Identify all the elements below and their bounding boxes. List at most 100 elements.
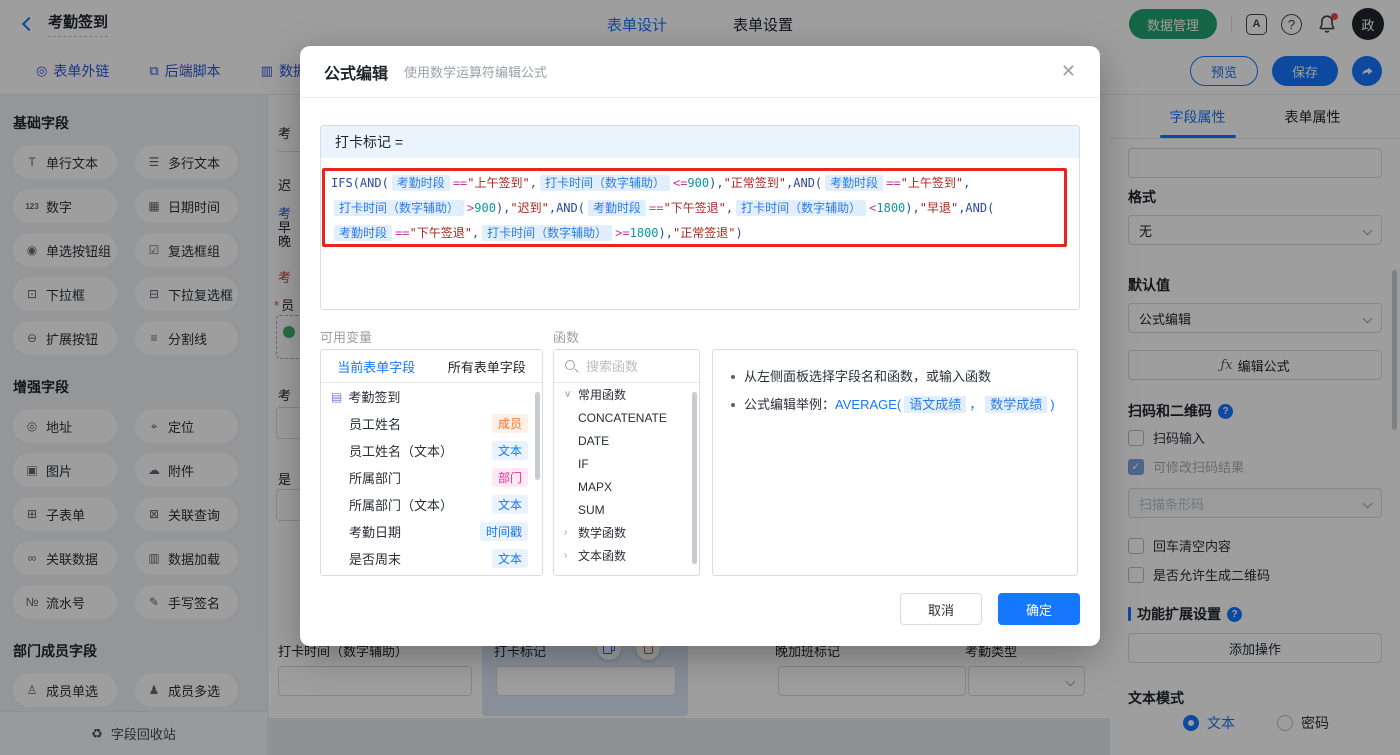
scrollbar[interactable] bbox=[692, 392, 697, 564]
formula-token: ), bbox=[658, 226, 673, 240]
field-chip: 考勤时段 bbox=[391, 175, 450, 191]
formula-token: == bbox=[395, 226, 410, 240]
document-icon: ▤ bbox=[331, 389, 343, 404]
variable-name: 员工姓名 bbox=[349, 417, 402, 432]
confirm-button[interactable]: 确定 bbox=[998, 593, 1080, 625]
variable-type-badge: 成员 bbox=[491, 414, 528, 433]
search-icon bbox=[564, 359, 578, 373]
function-group-文本函数[interactable]: › 文本函数 bbox=[554, 544, 699, 567]
variable-type-badge: 文本 bbox=[491, 495, 528, 514]
formula-token: ), bbox=[905, 201, 920, 215]
variables-panel: 当前表单字段 所有表单字段 ▤ 考勤签到 员工姓名 成员 员工姓名（文本） 文本 所属部门 部门… bbox=[320, 349, 543, 576]
app-root: 考勤签到 表单设计 表单设置 数据管理 A ? 政 ◎表单外链⧉后端脚本▥数据权… bbox=[0, 0, 1400, 755]
variables-tab-current[interactable]: 当前表单字段 bbox=[321, 350, 432, 382]
variable-type-badge: 文本 bbox=[491, 441, 528, 460]
formula-token: == bbox=[886, 176, 901, 190]
formula-token: , bbox=[963, 176, 971, 190]
modal-title: 公式编辑 bbox=[324, 65, 389, 83]
formula-token: == bbox=[452, 176, 468, 190]
formula-editor-modal: 公式编辑 使用数学运算符编辑公式 ✕ 打卡标记 = IFS(AND(考勤时段 ==… bbox=[300, 46, 1100, 646]
formula-token: 900 bbox=[474, 201, 496, 215]
variable-row[interactable]: 是否周末 文本 bbox=[321, 545, 542, 572]
variable-row[interactable]: 所属部门（文本） 文本 bbox=[321, 491, 542, 518]
formula-token: "正常签到" bbox=[723, 176, 787, 190]
variable-type-badge: 文本 bbox=[491, 549, 528, 568]
functions-panel: ∨ 常用函数 CONCATENATEDATEIFMAPXSUM › 数学函数 › 文本函数 bbox=[553, 349, 700, 576]
function-item-CONCATENATE[interactable]: CONCATENATE bbox=[554, 406, 699, 429]
function-search bbox=[554, 350, 699, 383]
formula-input-area[interactable]: IFS(AND(考勤时段 =="上午签到", 打卡时间（数字辅助） <=900),"正… bbox=[321, 158, 1079, 259]
variable-row[interactable]: 考勤日期 时间戳 bbox=[321, 518, 542, 545]
scrollbar[interactable] bbox=[535, 392, 540, 480]
variable-type-badge: 部门 bbox=[491, 468, 528, 487]
variable-name: 考勤日期 bbox=[349, 525, 402, 540]
variable-row[interactable]: 所属部门 部门 bbox=[321, 464, 542, 491]
formula-token: 900 bbox=[687, 176, 710, 190]
modal-subtitle: 使用数学运算符编辑公式 bbox=[404, 65, 548, 80]
field-chip: 考勤时段 bbox=[334, 225, 393, 241]
bullet-icon bbox=[731, 403, 735, 407]
formula-token: , bbox=[529, 176, 537, 190]
caret-right-icon: › bbox=[564, 550, 568, 561]
function-group-数学函数[interactable]: › 数学函数 bbox=[554, 521, 699, 544]
field-chip: 语文成绩 bbox=[904, 396, 967, 413]
formula-token: ) bbox=[735, 226, 743, 240]
variable-root-row[interactable]: ▤ 考勤签到 bbox=[321, 383, 542, 410]
formula-token: "早退" bbox=[919, 201, 959, 215]
formula-token: "上午签到" bbox=[467, 176, 530, 190]
formula-editor: 打卡标记 = IFS(AND(考勤时段 =="上午签到", 打卡时间（数字辅助） <=… bbox=[320, 125, 1080, 310]
bullet-icon bbox=[731, 375, 735, 379]
formula-token: ,AND( bbox=[958, 201, 995, 215]
formula-line: IFS(AND(考勤时段 =="上午签到", 打卡时间（数字辅助） <=900),"正… bbox=[331, 171, 1069, 196]
formula-token: ,AND( bbox=[548, 201, 585, 215]
tip-item: 公式编辑举例：AVERAGE(语文成绩，数学成绩) bbox=[729, 395, 1061, 414]
function-item-DATE[interactable]: DATE bbox=[554, 429, 699, 452]
tip-item: 从左侧面板选择字段名和函数，或输入函数 bbox=[729, 367, 1061, 386]
function-item-MAPX[interactable]: MAPX bbox=[554, 475, 699, 498]
formula-token: IFS(AND( bbox=[331, 176, 389, 190]
formula-token: 1800 bbox=[876, 201, 906, 215]
variable-name: 所属部门（文本） bbox=[349, 498, 454, 513]
cancel-button[interactable]: 取消 bbox=[900, 593, 982, 625]
function-group-label: 文本函数 bbox=[578, 549, 627, 563]
variable-type-badge: 时间戳 bbox=[479, 522, 528, 541]
function-group-常用函数[interactable]: ∨ 常用函数 bbox=[554, 383, 699, 406]
function-item-IF[interactable]: IF bbox=[554, 452, 699, 475]
formula-token: ), bbox=[495, 201, 511, 215]
variables-tab-all[interactable]: 所有表单字段 bbox=[432, 350, 543, 382]
close-icon[interactable]: ✕ bbox=[1061, 61, 1076, 82]
formula-result-field: 打卡标记 = bbox=[321, 126, 1079, 158]
field-chip: 考勤时段 bbox=[587, 200, 646, 216]
formula-token: ,AND( bbox=[786, 176, 823, 190]
field-chip: 打卡时间（数字辅助） bbox=[334, 200, 465, 216]
variable-row[interactable]: 员工姓名 成员 bbox=[321, 410, 542, 437]
variables-label: 可用变量 bbox=[320, 330, 373, 345]
variable-name: 所属部门 bbox=[349, 471, 402, 486]
variable-name: 是否周末 bbox=[349, 552, 402, 567]
formula-token: 1800 bbox=[629, 226, 659, 240]
formula-line: 打卡时间（数字辅助） >900),"迟到",AND(考勤时段 =="下午签退", 打卡… bbox=[331, 196, 1069, 221]
formula-token: "迟到" bbox=[510, 201, 549, 215]
caret-down-icon: ∨ bbox=[564, 389, 572, 400]
formula-line: 考勤时段 =="下午签退", 打卡时间（数字辅助） >=1800),"正常签退") bbox=[331, 221, 1069, 246]
caret-right-icon: › bbox=[564, 527, 568, 538]
formula-token: , bbox=[471, 226, 480, 240]
variable-root-name: 考勤签到 bbox=[348, 390, 401, 405]
formula-token: ), bbox=[709, 176, 724, 190]
function-item-SUM[interactable]: SUM bbox=[554, 498, 699, 521]
function-group-label: 数学函数 bbox=[578, 526, 627, 540]
formula-token: <= bbox=[672, 176, 688, 190]
field-chip: 打卡时间（数字辅助） bbox=[482, 225, 613, 241]
formula-token: "下午签退" bbox=[409, 226, 472, 240]
formula-token: >= bbox=[615, 226, 630, 240]
formula-token: , bbox=[725, 201, 734, 215]
formula-token: "正常签退" bbox=[672, 226, 736, 240]
search-input[interactable] bbox=[586, 358, 686, 374]
variable-name: 员工姓名（文本） bbox=[349, 444, 454, 459]
field-chip: 考勤时段 bbox=[825, 175, 884, 191]
formula-token: "下午签退" bbox=[663, 201, 726, 215]
field-chip: 打卡时间（数字辅助） bbox=[539, 175, 670, 191]
variable-row[interactable]: 员工姓名（文本） 文本 bbox=[321, 437, 542, 464]
field-chip: 数学成绩 bbox=[985, 396, 1048, 413]
formula-token: == bbox=[648, 201, 664, 215]
